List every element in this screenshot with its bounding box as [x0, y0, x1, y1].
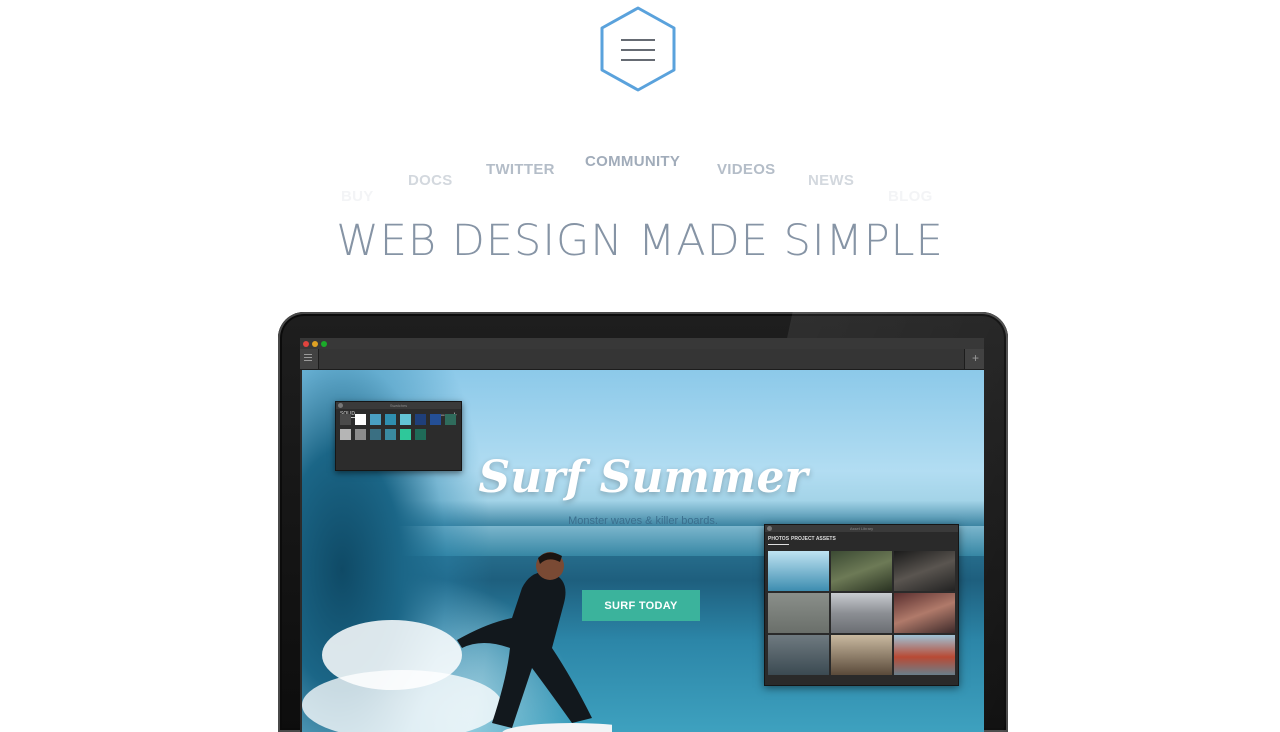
minimize-window-icon[interactable] — [312, 341, 318, 347]
photo-thumbnail[interactable] — [894, 593, 955, 633]
asset-panel-header: Asset Library — [765, 525, 958, 532]
app-window: + Surf Summer Monster waves & killer boa… — [300, 338, 984, 732]
nav-blog[interactable]: BLOG — [888, 188, 933, 205]
photo-thumbnail[interactable] — [768, 635, 829, 675]
color-swatch[interactable] — [400, 414, 411, 425]
color-swatch[interactable] — [370, 429, 381, 440]
photo-thumbnail[interactable] — [894, 635, 955, 675]
color-swatch[interactable] — [385, 429, 396, 440]
photo-thumbnail[interactable] — [768, 551, 829, 591]
nav-videos[interactable]: VIDEOS — [717, 161, 775, 178]
nav-twitter[interactable]: TWITTER — [486, 161, 555, 178]
color-swatch[interactable] — [415, 429, 426, 440]
color-swatch[interactable] — [430, 414, 441, 425]
add-page-icon[interactable]: + — [972, 351, 979, 365]
menu-button[interactable] — [598, 5, 678, 93]
color-swatch[interactable] — [355, 414, 366, 425]
color-swatch[interactable] — [355, 429, 366, 440]
surf-today-button[interactable]: SURF TODAY — [582, 590, 700, 621]
laptop-mockup: + Surf Summer Monster waves & killer boa… — [278, 312, 1008, 732]
asset-library-panel: Asset Library PHOTOS PROJECT ASSETS — [764, 524, 959, 686]
color-swatch[interactable] — [340, 414, 351, 425]
design-canvas[interactable]: Surf Summer Monster waves & killer board… — [302, 370, 984, 732]
photo-thumbnail[interactable] — [831, 551, 892, 591]
surfer-image — [457, 552, 612, 732]
photo-thumbnail[interactable] — [831, 635, 892, 675]
tab-photos[interactable]: PHOTOS — [768, 536, 790, 545]
color-swatch[interactable] — [340, 429, 351, 440]
swatches-panel: Swatches SOLID − + — [335, 401, 462, 471]
nav-news[interactable]: NEWS — [808, 172, 854, 189]
tab-project-assets[interactable]: PROJECT ASSETS — [791, 536, 836, 542]
photo-thumbnail[interactable] — [768, 593, 829, 633]
color-swatch[interactable] — [445, 414, 456, 425]
asset-panel-title: Asset Library — [849, 526, 874, 531]
nav-buy[interactable]: BUY — [341, 188, 374, 205]
nav-docs[interactable]: DOCS — [408, 172, 453, 189]
close-window-icon[interactable] — [303, 341, 309, 347]
nav-community[interactable]: COMMUNITY — [585, 153, 680, 170]
app-titlebar — [300, 338, 984, 349]
color-swatch[interactable] — [400, 429, 411, 440]
swatches-panel-header: Swatches — [336, 402, 461, 409]
toolbar-address-area[interactable] — [318, 349, 965, 369]
color-swatch[interactable] — [415, 414, 426, 425]
hamburger-menu-icon — [600, 6, 676, 92]
color-swatch[interactable] — [370, 414, 381, 425]
toolbar-menu-icon[interactable] — [304, 354, 312, 362]
page-headline: WEB DESIGN MADE SIMPLE — [336, 216, 944, 266]
maximize-window-icon[interactable] — [321, 341, 327, 347]
photo-thumbnail[interactable] — [831, 593, 892, 633]
app-toolbar: + — [300, 349, 984, 370]
swatches-panel-title: Swatches — [389, 403, 408, 408]
asset-tabs: PHOTOS PROJECT ASSETS — [765, 532, 958, 548]
photo-thumbnail[interactable] — [894, 551, 955, 591]
color-swatch[interactable] — [385, 414, 396, 425]
